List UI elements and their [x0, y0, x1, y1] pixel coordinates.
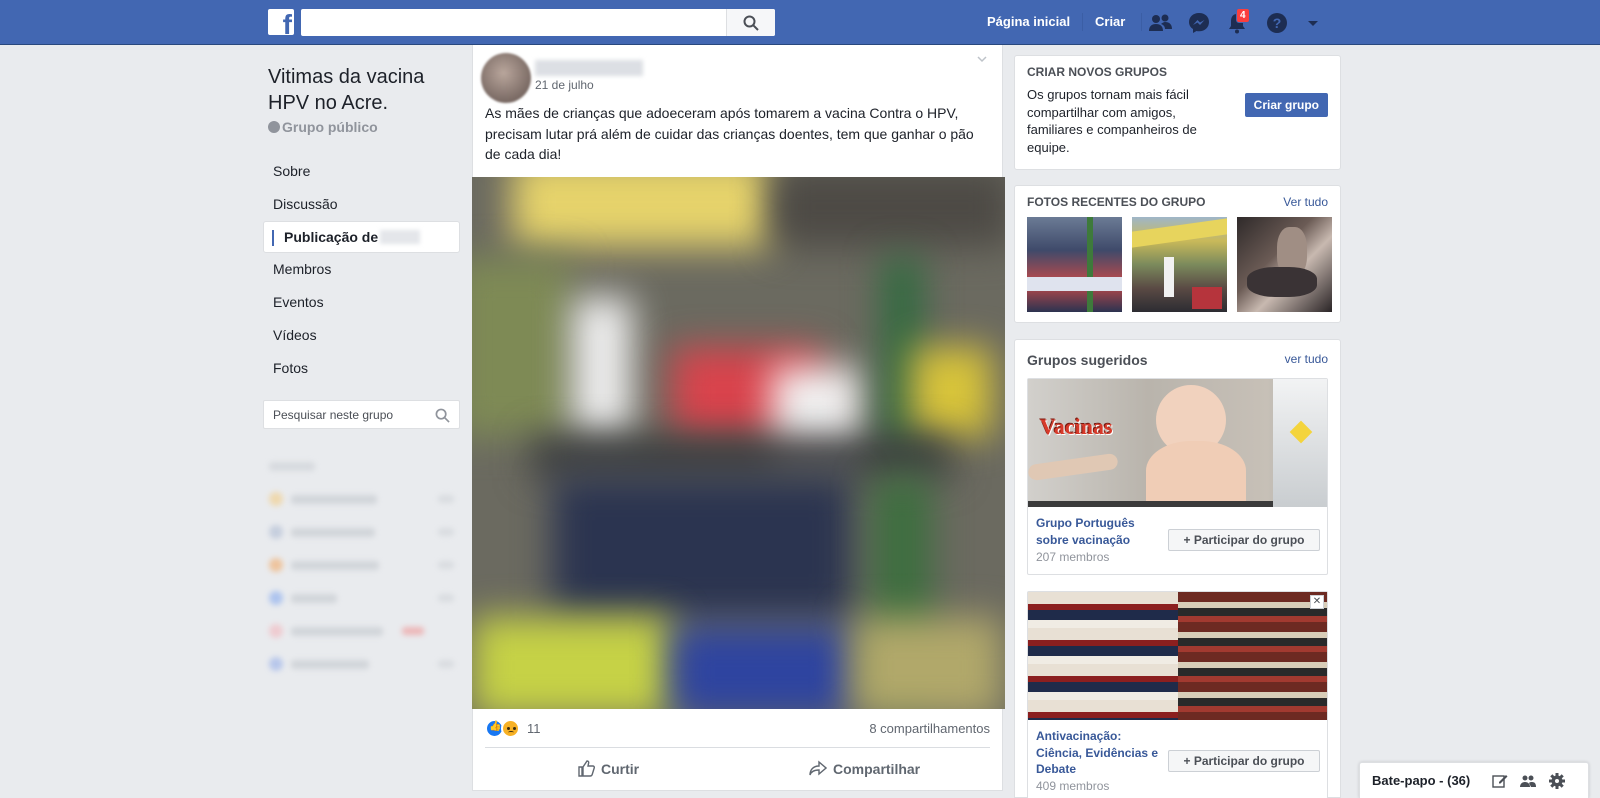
- group-title[interactable]: Vitimas da vacina HPV no Acre.: [268, 64, 458, 116]
- sidebar-item-label: Sobre: [273, 163, 311, 179]
- plus-icon: +: [1183, 754, 1194, 768]
- recent-photo-thumbnail[interactable]: [1237, 217, 1332, 312]
- search-icon[interactable]: [435, 408, 450, 423]
- group-sidebar-nav: Sobre Discussão Publicação de Membros Ev…: [263, 155, 460, 385]
- recent-photo-thumbnail[interactable]: [1027, 217, 1122, 312]
- share-arrow-icon: [809, 760, 828, 776]
- blurred-shortcut: [263, 547, 460, 580]
- post-date[interactable]: 21 de julho: [535, 78, 594, 92]
- sidebar-item-label: Vídeos: [273, 327, 317, 343]
- blurred-shortcut: [263, 580, 460, 613]
- suggested-group-cover-image[interactable]: Vacinas: [1028, 379, 1327, 507]
- sidebar-item-label: Discussão: [273, 196, 338, 212]
- messenger-icon[interactable]: [1186, 10, 1212, 36]
- suggested-group-cover-image[interactable]: ✕: [1028, 592, 1327, 720]
- suggested-group-name[interactable]: Antivacinação: Ciência, Evidências e Deb…: [1036, 728, 1162, 778]
- nav-separator: [1082, 13, 1083, 31]
- create-group-button[interactable]: Criar grupo: [1244, 93, 1328, 117]
- create-groups-description: Os grupos tornam mais fácil compartilhar…: [1027, 87, 1197, 155]
- group-privacy-label: Grupo público: [282, 119, 378, 135]
- like-button[interactable]: Curtir: [577, 756, 639, 782]
- blurred-shortcuts-list: [263, 448, 460, 671]
- account-menu-icon[interactable]: [1300, 10, 1326, 36]
- redacted-name: [380, 230, 421, 244]
- share-button[interactable]: Compartilhar: [809, 756, 920, 782]
- recent-photo-thumbnail[interactable]: [1132, 217, 1227, 312]
- sidebar-item-label: Membros: [273, 261, 332, 277]
- nav-separator: [1141, 13, 1142, 31]
- sidebar-item-fotos[interactable]: Fotos: [263, 352, 460, 385]
- group-privacy: Grupo público: [268, 119, 378, 135]
- reaction-count: 11: [527, 721, 541, 736]
- global-search-input[interactable]: [301, 9, 721, 36]
- group-search: [263, 400, 460, 429]
- post-photo-blurred[interactable]: [472, 177, 1005, 709]
- search-icon: [743, 15, 759, 31]
- post-body-text: As mães de crianças que adoeceram após t…: [485, 105, 974, 162]
- blurred-shortcut: [263, 481, 460, 514]
- top-navigation-bar: f Página inicial Criar 4 ?: [0, 0, 1600, 45]
- share-count[interactable]: 8 compartilhamentos: [869, 721, 990, 736]
- plus-icon: +: [1183, 533, 1194, 547]
- nav-create-link[interactable]: Criar: [1095, 14, 1125, 29]
- recent-photos-see-all-link[interactable]: Ver tudo: [1283, 195, 1328, 209]
- sidebar-item-label: Fotos: [273, 360, 309, 376]
- suggested-group-item: ✕ Antivacinação: Ciência, Evidências e D…: [1027, 591, 1328, 798]
- post-divider: [485, 747, 990, 748]
- blurred-heading: [263, 448, 460, 481]
- suggested-group-members: 207 membros: [1036, 550, 1110, 564]
- help-icon[interactable]: ?: [1264, 10, 1290, 36]
- blurred-shortcut: [263, 613, 460, 646]
- share-button-label: Compartilhar: [833, 761, 921, 777]
- suggested-groups-see-all-link[interactable]: ver tudo: [1285, 352, 1328, 366]
- group-search-input[interactable]: [264, 401, 434, 428]
- group-post: 21 de julho As mães de crianças que adoe…: [472, 45, 1005, 791]
- sidebar-item-membros[interactable]: Membros: [263, 253, 460, 286]
- friend-requests-icon[interactable]: [1147, 10, 1173, 36]
- sad-reaction-icon: [501, 719, 520, 738]
- post-options-chevron-icon[interactable]: [976, 53, 988, 65]
- nav-home-link[interactable]: Página inicial: [987, 14, 1070, 29]
- chat-sidebar-bar[interactable]: Bate-papo - (36): [1359, 762, 1589, 798]
- blurred-shortcut: [263, 646, 460, 679]
- globe-icon: [268, 121, 280, 133]
- chat-label: Bate-papo - (36): [1372, 773, 1471, 788]
- sidebar-item-videos[interactable]: Vídeos: [263, 319, 460, 352]
- suggested-group-name[interactable]: Grupo Português sobre vacinação: [1036, 515, 1162, 548]
- like-button-label: Curtir: [601, 761, 640, 777]
- join-group-button[interactable]: + Participar do grupo: [1168, 750, 1320, 772]
- sidebar-item-eventos[interactable]: Eventos: [263, 286, 460, 319]
- search-button[interactable]: [726, 9, 775, 36]
- sidebar-item-label: Eventos: [273, 294, 324, 310]
- author-avatar[interactable]: [481, 53, 531, 103]
- author-name-redacted: [535, 60, 643, 76]
- svg-text:?: ?: [1273, 15, 1282, 31]
- sidebar-item-publicacao[interactable]: Publicação de: [263, 221, 460, 253]
- new-message-icon[interactable]: [1491, 772, 1509, 790]
- notifications-badge: 4: [1236, 8, 1250, 23]
- create-groups-card: CRIAR NOVOS GRUPOS Os grupos tornam mais…: [1014, 55, 1341, 170]
- join-group-label: Participar do grupo: [1193, 533, 1305, 547]
- suggested-group-members: 409 membros: [1036, 779, 1110, 793]
- facebook-logo[interactable]: f: [268, 9, 294, 35]
- create-groups-heading: CRIAR NOVOS GRUPOS: [1027, 65, 1168, 79]
- suggested-group-item: Vacinas Grupo Português sobre vacinação …: [1027, 378, 1328, 575]
- sidebar-item-label: Publicação de: [284, 229, 379, 245]
- create-group-chat-icon[interactable]: [1519, 772, 1537, 790]
- cover-image-text: Vacinas: [1040, 414, 1113, 439]
- suggested-groups-heading: Grupos sugeridos: [1027, 352, 1148, 368]
- global-search: [301, 9, 775, 36]
- chat-settings-gear-icon[interactable]: [1548, 772, 1566, 790]
- join-group-label: Participar do grupo: [1193, 754, 1305, 768]
- sidebar-item-sobre[interactable]: Sobre: [263, 155, 460, 188]
- recent-photos-card: FOTOS RECENTES DO GRUPO Ver tudo: [1014, 185, 1341, 323]
- recent-photos-heading: FOTOS RECENTES DO GRUPO: [1027, 195, 1206, 209]
- sidebar-item-discussao[interactable]: Discussão: [263, 188, 460, 221]
- suggested-groups-card: Grupos sugeridos ver tudo Vacinas Grupo …: [1014, 339, 1341, 798]
- join-group-button[interactable]: + Participar do grupo: [1168, 529, 1320, 551]
- blurred-shortcut: [263, 514, 460, 547]
- facebook-logo-letter: f: [282, 9, 292, 36]
- dismiss-suggestion-button[interactable]: ✕: [1310, 595, 1324, 609]
- thumbs-up-icon: [578, 760, 595, 777]
